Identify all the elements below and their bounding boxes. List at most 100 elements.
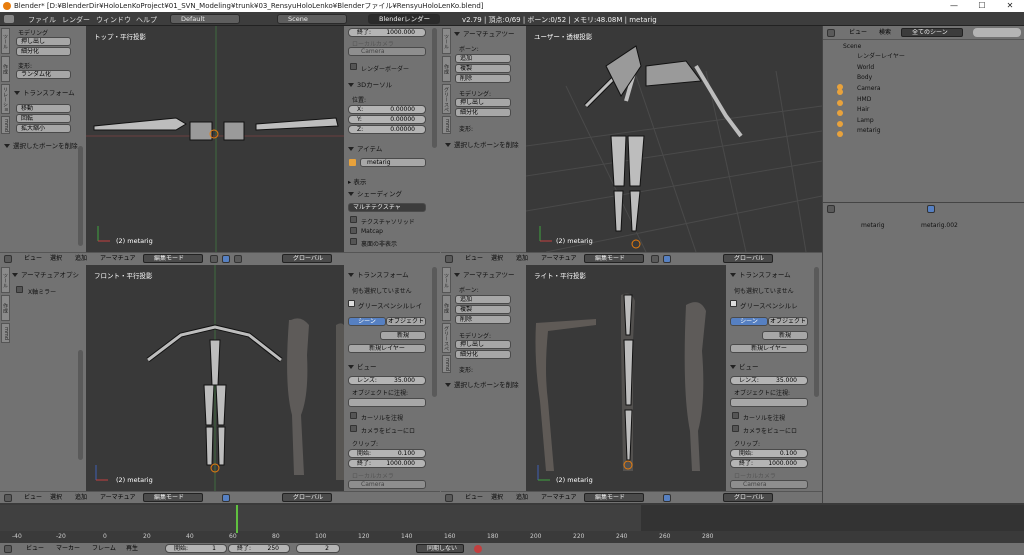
- tab-tools-right[interactable]: ツール: [442, 267, 451, 293]
- lock-object-field-front[interactable]: [348, 398, 426, 407]
- tab-mmd-front[interactable]: mmd: [1, 323, 10, 343]
- cursor-y-field[interactable]: Y: 0.00000: [348, 115, 426, 124]
- editor-type-icon-top[interactable]: [4, 255, 12, 263]
- shading-icon-persp[interactable]: [651, 255, 659, 263]
- menu-render[interactable]: レンダー: [62, 15, 90, 25]
- menu-armature-top[interactable]: アーマチュア: [100, 255, 136, 263]
- shading-icon-top[interactable]: [210, 255, 218, 263]
- manipulator-icon-top[interactable]: [222, 255, 230, 263]
- outliner-row-metarig[interactable]: metarig: [823, 126, 1024, 136]
- manipulator-icon-right[interactable]: [663, 494, 671, 502]
- menu-view-persp[interactable]: ビュー: [465, 255, 483, 263]
- menu-file[interactable]: ファイル: [28, 15, 56, 25]
- viewport-front[interactable]: フロント・平行投影 (2) metarig: [86, 265, 344, 491]
- bone-delete-button-right[interactable]: 削除: [455, 315, 511, 324]
- transform-panel-front[interactable]: トランスフォーム: [348, 269, 409, 279]
- editor-type-icon-right[interactable]: [445, 494, 453, 502]
- randomize-button[interactable]: ランダム化: [16, 70, 71, 79]
- gp-scene-button-right[interactable]: シーン: [730, 317, 768, 326]
- manipulator-icon-persp[interactable]: [663, 255, 671, 263]
- timeline[interactable]: -40 -20 0 20 40 60 80 100 120 140 160 18…: [0, 503, 1024, 555]
- x-mirror-checkbox[interactable]: [16, 286, 23, 293]
- maximize-button[interactable]: ☐: [968, 0, 996, 12]
- move-button[interactable]: 移動: [16, 104, 71, 113]
- record-icon[interactable]: [474, 545, 482, 553]
- outliner-row-world[interactable]: World: [823, 63, 1024, 73]
- menu-view-top[interactable]: ビュー: [24, 255, 42, 263]
- timeline-playback-menu[interactable]: 再生: [126, 545, 138, 553]
- bone-add-button[interactable]: 追加: [455, 54, 511, 63]
- lock-cursor-checkbox-right[interactable]: [732, 412, 739, 419]
- menu-armature-front[interactable]: アーマチュア: [100, 494, 136, 502]
- mode-select-top[interactable]: 編集モード: [143, 254, 203, 263]
- editor-type-icon-front[interactable]: [4, 494, 12, 502]
- bone-delete-button[interactable]: 削除: [455, 74, 511, 83]
- local-camera-field-front[interactable]: Camera: [348, 480, 426, 489]
- lens-field-front[interactable]: レンズ: 35.000: [348, 376, 426, 385]
- lock-cursor-checkbox-front[interactable]: [350, 412, 357, 419]
- tab-relations[interactable]: リレーション: [1, 84, 10, 114]
- current-frame-marker[interactable]: [236, 505, 238, 533]
- tab-create-persp[interactable]: 作成: [442, 56, 451, 82]
- item-name-field[interactable]: metarig: [360, 158, 426, 167]
- translate-icon-top[interactable]: [234, 255, 242, 263]
- viewport-top[interactable]: トップ・平行投影 (2) metarig: [86, 26, 344, 252]
- tab-create[interactable]: 作成: [1, 56, 10, 82]
- shading-mode-select[interactable]: マルチテクスチャ: [348, 203, 426, 212]
- armature-tools-header-right[interactable]: アーマチュアツー: [454, 269, 514, 279]
- lens-field-right[interactable]: レンズ: 35.000: [730, 376, 808, 385]
- outliner-row-camera[interactable]: Camera: [823, 84, 1024, 94]
- orientation-select-right[interactable]: グローバル: [723, 493, 773, 502]
- mode-select-front[interactable]: 編集モード: [143, 493, 203, 502]
- mode-select-persp[interactable]: 編集モード: [584, 254, 644, 263]
- minimize-button[interactable]: —: [940, 0, 968, 12]
- menu-add-front[interactable]: 追加: [75, 494, 87, 502]
- transform-panel-right[interactable]: トランスフォーム: [730, 269, 791, 279]
- armature-tools-header[interactable]: アーマチュアツー: [454, 28, 514, 38]
- subdivide-button-right[interactable]: 細分化: [455, 350, 511, 359]
- tool-shelf-scrollbar[interactable]: [78, 146, 83, 246]
- clip-start-field-front[interactable]: 開始: 0.100: [348, 449, 426, 458]
- orientation-select-top[interactable]: グローバル: [282, 254, 332, 263]
- frame-start-field[interactable]: 開始: 1: [165, 544, 227, 553]
- close-button[interactable]: ✕: [996, 0, 1024, 12]
- subdivide-button[interactable]: 細分化: [16, 47, 71, 56]
- properties-editor-icon[interactable]: [827, 205, 835, 213]
- bone-add-button-right[interactable]: 追加: [455, 295, 511, 304]
- tab-grease-persp[interactable]: グリースペンシル: [442, 84, 451, 114]
- layout-selector[interactable]: Default: [170, 14, 240, 24]
- viewport-right[interactable]: ライト・平行投影 (2) metarig: [526, 265, 726, 491]
- scale-button[interactable]: 拡大縮小: [16, 124, 71, 133]
- outliner-row-hair[interactable]: Hair: [823, 105, 1024, 115]
- properties-right-scrollbar[interactable]: [814, 267, 819, 397]
- manipulator-icon-front[interactable]: [222, 494, 230, 502]
- timeline-view-menu[interactable]: ビュー: [26, 545, 44, 553]
- menu-select-front[interactable]: 選択: [50, 494, 62, 502]
- gp-new-button-front[interactable]: 新規: [380, 331, 426, 340]
- outliner-row-scene[interactable]: Scene: [823, 42, 1024, 52]
- menu-add-top[interactable]: 追加: [75, 255, 87, 263]
- delete-selected-bones-panel[interactable]: 選択したボーンを削除: [4, 140, 78, 150]
- outliner-row-renderlayers[interactable]: レンダーレイヤー: [823, 52, 1024, 62]
- transform-panel-header[interactable]: トランスフォーム: [14, 87, 75, 97]
- timeline-frame-menu[interactable]: フレーム: [92, 545, 116, 553]
- menu-help[interactable]: ヘルプ: [136, 15, 157, 25]
- grease-pencil-checkbox-right[interactable]: [730, 300, 737, 307]
- outliner-search-menu[interactable]: 検索: [879, 29, 891, 37]
- mode-select-right[interactable]: 編集モード: [584, 493, 644, 502]
- subdivide-button-persp[interactable]: 細分化: [455, 108, 511, 117]
- bone-duplicate-button-right[interactable]: 複製: [455, 305, 511, 314]
- gp-object-button-right[interactable]: オブジェクト: [768, 317, 808, 326]
- menu-select-right[interactable]: 選択: [491, 494, 503, 502]
- render-engine-selector[interactable]: Blenderレンダー: [368, 14, 440, 24]
- clip-end-field-front[interactable]: 終了: 1000.000: [348, 459, 426, 468]
- lock-object-field-right[interactable]: [730, 398, 808, 407]
- clip-end-field-right[interactable]: 終了: 1000.000: [730, 459, 808, 468]
- gp-new-layer-button-front[interactable]: 新規レイヤー: [348, 344, 426, 353]
- delete-selected-bones-panel-persp[interactable]: 選択したボーンを削除: [445, 139, 519, 149]
- textured-solid-checkbox[interactable]: [350, 216, 357, 223]
- extrude-button-right[interactable]: 押し出し: [455, 340, 511, 349]
- tab-tools-front[interactable]: ツール: [1, 267, 10, 293]
- item-panel-header[interactable]: アイテム: [348, 143, 382, 153]
- lock-camera-checkbox-front[interactable]: [350, 425, 357, 432]
